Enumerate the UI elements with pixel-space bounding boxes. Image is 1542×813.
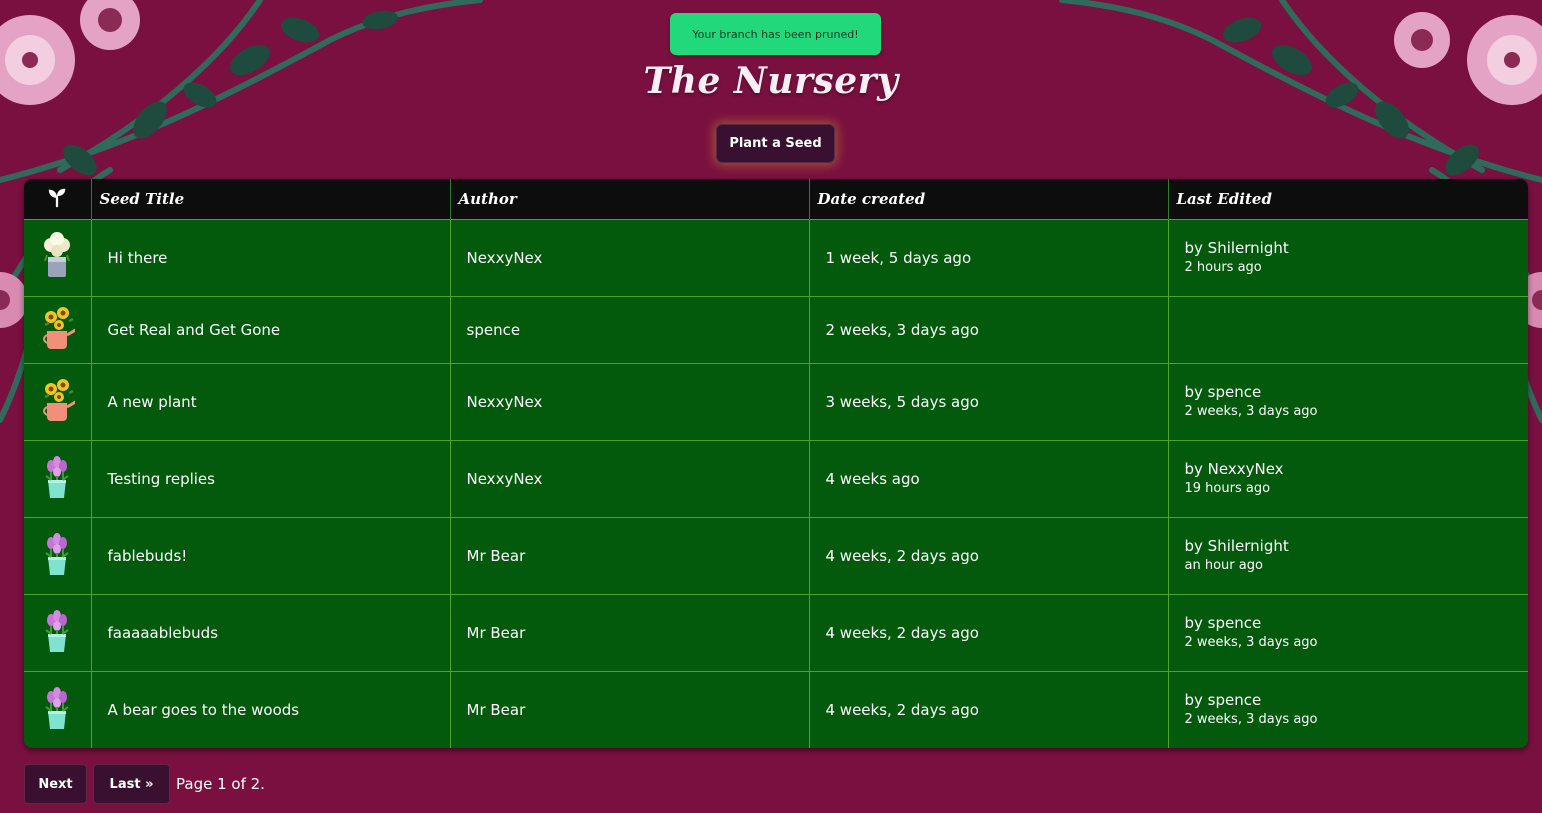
sprout-icon — [49, 188, 66, 208]
table-row[interactable]: fablebuds! Mr Bear 4 weeks, 2 days ago by S… — [24, 517, 1528, 595]
seed-author[interactable]: Mr Bear — [450, 517, 810, 595]
seed-date-created: 3 weeks, 5 days ago — [809, 363, 1169, 441]
row-icon-cell — [24, 517, 92, 595]
seed-last-edited: by Shilernight an hour ago — [1168, 517, 1528, 595]
seeds-table: Seed Title Author Date created Last Edit… — [24, 179, 1528, 748]
table-row[interactable]: faaaaablebuds Mr Bear 4 weeks, 2 days ago b… — [24, 594, 1528, 672]
last-page-button[interactable]: Last » — [93, 764, 170, 804]
pagination: Next Last » Page 1 of 2. — [24, 764, 265, 804]
last-edited-by[interactable]: by Shilernight — [1185, 238, 1513, 258]
seed-date-created: 1 week, 5 days ago — [809, 219, 1169, 297]
table-row[interactable]: Get Real and Get Gone spence 2 weeks, 3 da… — [24, 296, 1528, 364]
row-icon-cell — [24, 671, 92, 748]
seed-title[interactable]: A new plant — [91, 363, 451, 441]
seed-title[interactable]: fablebuds! — [91, 517, 451, 595]
last-edited-by[interactable]: by spence — [1185, 613, 1513, 633]
seed-author[interactable]: NexxyNex — [450, 440, 810, 518]
last-edited-by[interactable]: by spence — [1185, 382, 1513, 402]
column-header-last-edited[interactable]: Last Edited — [1168, 179, 1528, 220]
page-status: Page 1 of 2. — [176, 775, 265, 793]
tulip-bucket-icon — [39, 610, 75, 660]
seed-last-edited: by spence 2 weeks, 3 days ago — [1168, 594, 1528, 672]
column-header-author[interactable]: Author — [450, 179, 810, 220]
table-header-row: Seed Title Author Date created Last Edit… — [24, 179, 1528, 220]
last-edited-by[interactable]: by spence — [1185, 690, 1513, 710]
seed-title[interactable]: Get Real and Get Gone — [91, 296, 451, 364]
seed-date-created: 4 weeks, 2 days ago — [809, 594, 1169, 672]
plant-seed-button[interactable]: Plant a Seed — [716, 124, 835, 163]
last-edited-ago: an hour ago — [1184, 558, 1263, 573]
row-icon-cell — [24, 594, 92, 672]
seed-title[interactable]: Testing replies — [91, 440, 451, 518]
seed-last-edited: by spence 2 weeks, 3 days ago — [1168, 671, 1528, 748]
seed-author[interactable]: spence — [450, 296, 810, 364]
seed-author[interactable]: NexxyNex — [450, 219, 810, 297]
icon-column-header — [24, 179, 92, 220]
row-icon-cell — [24, 440, 92, 518]
row-icon-cell — [24, 219, 92, 297]
sunflower-watering-can-icon — [39, 307, 79, 357]
seed-date-created: 4 weeks ago — [809, 440, 1169, 518]
last-edited-ago: 2 hours ago — [1184, 260, 1262, 275]
seed-title[interactable]: A bear goes to the woods — [91, 671, 451, 748]
white-flower-bucket-icon — [39, 232, 75, 285]
seed-author[interactable]: NexxyNex — [450, 363, 810, 441]
seed-author[interactable]: Mr Bear — [450, 671, 810, 748]
seed-last-edited: by Shilernight 2 hours ago — [1168, 219, 1528, 297]
tulip-bucket-icon — [39, 533, 75, 583]
row-icon-cell — [24, 296, 92, 364]
last-edited-ago: 2 weeks, 3 days ago — [1184, 635, 1318, 650]
seed-author[interactable]: Mr Bear — [450, 594, 810, 672]
last-edited-ago: 2 weeks, 3 days ago — [1184, 712, 1318, 727]
page-title: The Nursery — [643, 60, 899, 102]
seed-date-created: 4 weeks, 2 days ago — [809, 517, 1169, 595]
seed-date-created: 2 weeks, 3 days ago — [809, 296, 1169, 364]
last-edited-ago: 19 hours ago — [1184, 481, 1271, 496]
next-page-button[interactable]: Next — [24, 764, 87, 804]
column-header-date-created[interactable]: Date created — [809, 179, 1169, 220]
last-edited-by[interactable]: by Shilernight — [1185, 536, 1513, 556]
row-icon-cell — [24, 363, 92, 441]
tulip-bucket-icon — [39, 456, 75, 506]
table-row[interactable]: Testing replies NexxyNex 4 weeks ago by Nex… — [24, 440, 1528, 518]
last-edited-ago: 2 weeks, 3 days ago — [1184, 404, 1318, 419]
sunflower-watering-can-icon — [39, 379, 79, 429]
success-toast: Your branch has been pruned! — [670, 13, 881, 55]
table-row[interactable]: A bear goes to the woods Mr Bear 4 weeks, … — [24, 671, 1528, 748]
seed-title[interactable]: faaaaablebuds — [91, 594, 451, 672]
table-row[interactable]: Hi there NexxyNex 1 week, 5 days ago by Shi… — [24, 219, 1528, 297]
seed-title[interactable]: Hi there — [91, 219, 451, 297]
seed-date-created: 4 weeks, 2 days ago — [809, 671, 1169, 748]
seed-last-edited: by NexxyNex 19 hours ago — [1168, 440, 1528, 518]
seed-last-edited: by spence 2 weeks, 3 days ago — [1168, 363, 1528, 441]
table-row[interactable]: A new plant NexxyNex 3 weeks, 5 days ago by… — [24, 363, 1528, 441]
tulip-bucket-icon — [39, 687, 75, 737]
seed-last-edited — [1168, 296, 1528, 364]
last-edited-by[interactable]: by NexxyNex — [1185, 459, 1513, 479]
column-header-seed-title[interactable]: Seed Title — [91, 179, 451, 220]
